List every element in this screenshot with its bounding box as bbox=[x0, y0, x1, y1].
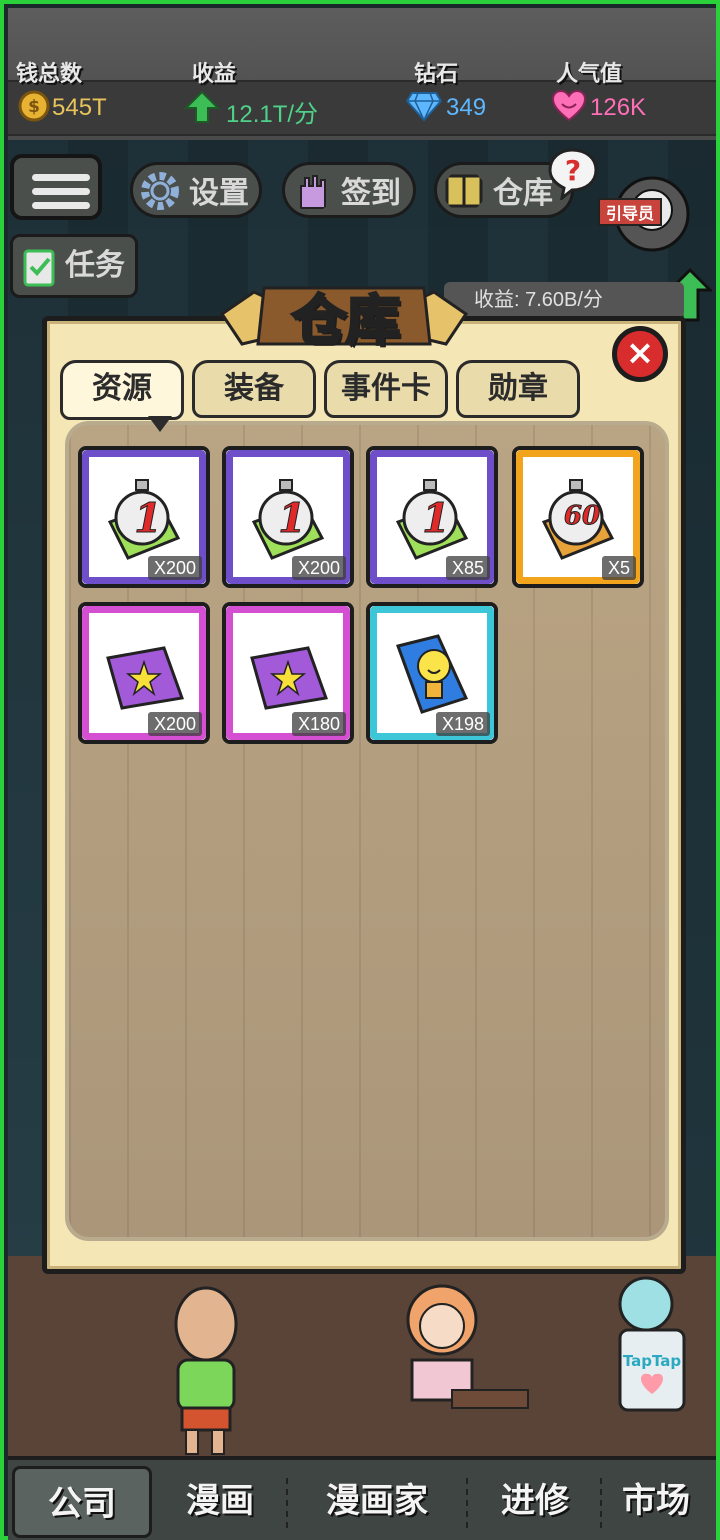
guide-label: 引导员 bbox=[598, 198, 663, 226]
stopwatch-1-icon: 1 bbox=[107, 479, 181, 560]
item-quantity: X198 bbox=[435, 712, 490, 736]
nav-divider bbox=[600, 1478, 602, 1528]
income-value: 12.1T/分 bbox=[226, 101, 319, 128]
inventory-item[interactable]: X180 bbox=[222, 602, 354, 744]
warehouse-label: 仓库 bbox=[493, 176, 553, 211]
close-icon: × bbox=[625, 333, 655, 373]
income-label: 收益 bbox=[192, 62, 237, 87]
task-button[interactable]: 任务 bbox=[10, 234, 138, 298]
stopwatch-1-icon: 1 bbox=[251, 479, 325, 560]
settings-button[interactable]: 设置 bbox=[130, 162, 262, 218]
inventory-item[interactable]: 60 X5 bbox=[512, 446, 644, 588]
clipboard-icon bbox=[23, 249, 55, 287]
nav-market-label: 市场 bbox=[622, 1481, 690, 1521]
main-menu-button[interactable] bbox=[10, 154, 102, 220]
coin-icon: $ bbox=[18, 90, 50, 122]
star-flag-icon bbox=[106, 646, 184, 710]
employee-character-icon[interactable] bbox=[148, 1280, 268, 1456]
tab-resources[interactable]: 资源 bbox=[60, 360, 184, 420]
inventory-item[interactable]: 1 X200 bbox=[222, 446, 354, 588]
modal-title-banner: 仓库 bbox=[214, 274, 474, 354]
close-button[interactable]: × bbox=[612, 326, 668, 382]
taptap-mascot-icon[interactable]: TapTap bbox=[596, 1270, 708, 1440]
guide-npc[interactable]: ? 引导员 bbox=[548, 148, 704, 254]
inventory-item[interactable]: X200 bbox=[78, 602, 210, 744]
popularity-label: 人气值 bbox=[556, 62, 623, 87]
diamond-icon bbox=[406, 92, 442, 122]
tab-medals[interactable]: 勋章 bbox=[456, 360, 580, 418]
nav-training[interactable]: 进修 bbox=[470, 1466, 600, 1538]
popularity-value: 126K bbox=[590, 94, 647, 121]
nav-divider bbox=[286, 1478, 288, 1528]
svg-text:TapTap: TapTap bbox=[623, 1352, 682, 1370]
item-quantity: X200 bbox=[147, 556, 202, 580]
nav-company-label: 公司 bbox=[48, 1484, 116, 1524]
hand-icon bbox=[300, 175, 326, 209]
item-quantity: X5 bbox=[601, 556, 636, 580]
item-quantity: X180 bbox=[291, 712, 346, 736]
active-tab-pointer bbox=[148, 416, 172, 432]
svg-text:?: ? bbox=[565, 154, 581, 187]
artist-character-icon[interactable] bbox=[392, 1280, 532, 1430]
nav-artists-label: 漫画家 bbox=[326, 1481, 428, 1521]
box-icon bbox=[445, 174, 483, 208]
money-value: 545T bbox=[52, 94, 107, 121]
bottom-navigation: 公司 漫画 漫画家 进修 市场 bbox=[8, 1456, 716, 1540]
tab-equipment-label: 装备 bbox=[224, 371, 284, 406]
diamond-label: 钻石 bbox=[414, 62, 459, 87]
nav-comics[interactable]: 漫画 bbox=[158, 1466, 282, 1538]
modal-title: 仓库 bbox=[291, 288, 402, 354]
svg-text:$: $ bbox=[28, 97, 40, 117]
nav-market[interactable]: 市场 bbox=[606, 1466, 706, 1538]
up-arrow-icon bbox=[184, 90, 220, 123]
stopwatch-number: 1 bbox=[134, 495, 162, 542]
checkin-label: 签到 bbox=[341, 176, 401, 211]
nav-company[interactable]: 公司 bbox=[12, 1466, 152, 1538]
nav-comics-label: 漫画 bbox=[186, 1481, 254, 1521]
room-income-strip: 收益: 7.60B/分 bbox=[444, 282, 684, 318]
question-bubble-icon: ? bbox=[548, 148, 598, 200]
heart-face-icon bbox=[552, 90, 586, 122]
tab-equipment[interactable]: 装备 bbox=[192, 360, 316, 418]
inventory-item[interactable]: X198 bbox=[366, 602, 498, 744]
nav-artists[interactable]: 漫画家 bbox=[292, 1466, 462, 1538]
checkin-button[interactable]: 签到 bbox=[282, 162, 416, 218]
diamond-value: 349 bbox=[446, 94, 487, 121]
task-label: 任务 bbox=[65, 248, 125, 283]
tab-event-cards[interactable]: 事件卡 bbox=[324, 360, 448, 418]
inventory-item[interactable]: 1 X85 bbox=[366, 446, 498, 588]
item-quantity: X200 bbox=[147, 712, 202, 736]
stopwatch-1-icon: 1 bbox=[395, 479, 469, 560]
item-quantity: X200 bbox=[291, 556, 346, 580]
settings-label: 设置 bbox=[189, 176, 249, 211]
stopwatch-number: 60 bbox=[564, 501, 600, 531]
item-quantity: X85 bbox=[445, 556, 490, 580]
star-flag-icon bbox=[250, 646, 328, 710]
lightbulb-card-icon bbox=[396, 634, 469, 714]
nav-training-label: 进修 bbox=[501, 1481, 569, 1521]
gear-icon bbox=[141, 172, 179, 210]
tab-medals-label: 勋章 bbox=[488, 371, 548, 406]
money-label: 钱总数 bbox=[16, 62, 83, 87]
inventory-item[interactable]: 1 X200 bbox=[78, 446, 210, 588]
tab-event-cards-label: 事件卡 bbox=[341, 371, 431, 406]
stopwatch-number: 1 bbox=[422, 495, 450, 542]
stopwatch-number: 1 bbox=[278, 495, 306, 542]
tab-resources-label: 资源 bbox=[92, 371, 152, 406]
stopwatch-60-icon: 60 bbox=[541, 479, 615, 560]
nav-divider bbox=[466, 1478, 468, 1528]
